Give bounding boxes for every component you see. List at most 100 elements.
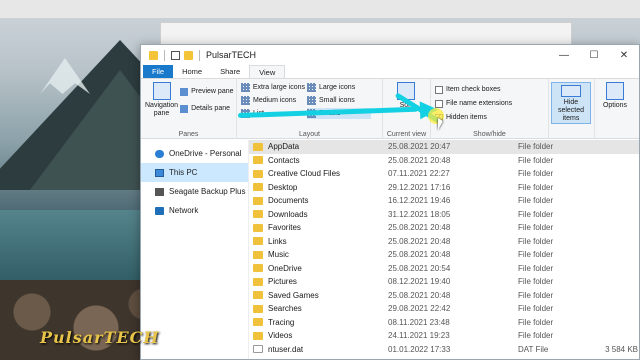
file-date: 25.08.2021 20:47 xyxy=(388,142,451,152)
folder-icon[interactable] xyxy=(149,50,158,60)
preview-pane-label: Preview pane xyxy=(191,88,234,95)
folder-icon xyxy=(253,223,263,232)
item-check-boxes-option[interactable]: Item check boxes xyxy=(435,84,512,95)
navigation-pane-button[interactable]: Navigation pane xyxy=(145,82,178,118)
tab-share[interactable]: Share xyxy=(211,65,249,78)
show-hide-group: Item check boxes File name extensions ✓H… xyxy=(431,79,549,139)
file-name: ntuser.dat xyxy=(268,344,304,354)
file-name-extensions-label: File name extensions xyxy=(446,100,513,107)
file-date: 08.12.2021 19:40 xyxy=(388,277,451,287)
tab-view[interactable]: View xyxy=(249,65,286,78)
file-row[interactable]: ntuser.dat 01.01.2022 17:33 DAT File 3 584 … xyxy=(249,343,639,357)
window-controls: — ☐ ✕ xyxy=(549,45,639,65)
file-name: OneDrive xyxy=(268,263,302,273)
layout-label: Large icons xyxy=(319,84,356,91)
wallpaper-rocks xyxy=(0,280,160,360)
folder-icon xyxy=(253,156,263,165)
item-check-boxes-checkbox[interactable] xyxy=(435,85,443,94)
close-button[interactable]: ✕ xyxy=(609,45,639,65)
file-type: File folder xyxy=(518,317,554,327)
layout-label: Extra large icons xyxy=(252,84,305,91)
hide-selected-group: Hide selected items xyxy=(549,79,595,139)
minimize-button[interactable]: — xyxy=(549,45,579,65)
file-row[interactable]: Contacts 25.08.2021 20:48 File folder xyxy=(249,154,639,168)
current-view-group-label: Current view xyxy=(386,131,427,138)
file-name: Music xyxy=(268,250,289,260)
folder-icon xyxy=(253,169,263,178)
file-type: File folder xyxy=(518,155,554,165)
file-type: File folder xyxy=(518,236,554,246)
nav-item-label: Seagate Backup Plus xyxy=(169,187,246,196)
file-date: 07.11.2021 22:27 xyxy=(388,169,450,179)
file-date: 25.08.2021 20:54 xyxy=(388,263,451,273)
file-date: 25.08.2021 20:48 xyxy=(388,155,451,165)
file-date: 24.11.2021 19:23 xyxy=(388,331,450,341)
file-row[interactable]: Tracing 08.11.2021 23:48 File folder xyxy=(249,316,639,330)
file-size: 3 584 KB xyxy=(605,344,638,354)
layout-group-label: Layout xyxy=(298,131,321,138)
computer-icon xyxy=(155,168,164,177)
hidden-items-option[interactable]: ✓Hidden items xyxy=(435,112,512,123)
layout-large-icons[interactable]: Large icons xyxy=(307,82,371,93)
layout-icon xyxy=(307,96,316,105)
file-name: Desktop xyxy=(268,182,298,192)
details-pane-label: Details pane xyxy=(191,105,230,112)
folder-icon xyxy=(253,142,263,151)
folder-icon xyxy=(253,183,263,192)
hide-selected-items-button[interactable]: Hide selected items xyxy=(551,82,591,124)
nav-item-seagate[interactable]: Seagate Backup Plus xyxy=(141,182,248,201)
file-date: 25.08.2021 20:48 xyxy=(388,223,451,233)
layout-medium-icons[interactable]: Medium icons xyxy=(241,95,305,106)
divider xyxy=(199,49,200,61)
file-row[interactable]: Downloads 31.12.2021 18:05 File folder xyxy=(249,208,639,222)
preview-pane-button[interactable]: Preview pane xyxy=(180,86,234,97)
file-name: AppData xyxy=(268,142,300,152)
file-name: Downloads xyxy=(268,209,308,219)
tab-home[interactable]: Home xyxy=(173,65,211,78)
layout-icon xyxy=(241,96,250,105)
layout-small-icons[interactable]: Small icons xyxy=(307,95,371,106)
file-row[interactable]: Favorites 25.08.2021 20:48 File folder xyxy=(249,221,639,235)
file-row[interactable]: Links 25.08.2021 20:48 File folder xyxy=(249,235,639,249)
file-date: 29.12.2021 17:16 xyxy=(388,182,451,192)
file-row[interactable]: Desktop 29.12.2021 17:16 File folder xyxy=(249,181,639,195)
file-explorer-window: PulsarTECH — ☐ ✕ File Home Share View Na… xyxy=(140,44,640,360)
file-type: File folder xyxy=(518,196,554,206)
file-row[interactable]: Videos 24.11.2021 19:23 File folder xyxy=(249,329,639,343)
details-pane-icon xyxy=(180,104,189,113)
file-type: File folder xyxy=(518,331,554,341)
layout-extra-large-icons[interactable]: Extra large icons xyxy=(241,82,305,93)
folder-icon xyxy=(253,291,263,300)
details-pane-button[interactable]: Details pane xyxy=(180,103,233,114)
nav-item-network[interactable]: Network xyxy=(141,201,248,220)
nav-item-this-pc[interactable]: This PC xyxy=(141,163,248,182)
network-icon xyxy=(155,206,164,215)
folder-icon xyxy=(253,196,263,205)
file-row[interactable]: Music 25.08.2021 20:48 File folder xyxy=(249,248,639,262)
nav-item-onedrive[interactable]: OneDrive - Personal xyxy=(141,144,248,163)
file-row[interactable]: Searches 29.08.2021 22:42 File folder xyxy=(249,302,639,316)
file-row[interactable]: Creative Cloud Files 07.11.2021 22:27 File… xyxy=(249,167,639,181)
folder-icon xyxy=(253,210,263,219)
file-row[interactable]: OneDrive 25.08.2021 20:54 File folder xyxy=(249,262,639,276)
file-name-extensions-option[interactable]: File name extensions xyxy=(435,98,512,109)
file-row[interactable]: AppData 25.08.2021 20:47 File folder xyxy=(249,140,639,154)
properties-icon[interactable] xyxy=(171,50,180,60)
file-icon xyxy=(253,345,263,354)
file-row[interactable]: Documents 16.12.2021 19:46 File folder xyxy=(249,194,639,208)
file-type: File folder xyxy=(518,182,554,192)
tab-file[interactable]: File xyxy=(143,65,174,78)
folder-icon xyxy=(253,277,263,286)
file-date: 25.08.2021 20:48 xyxy=(388,290,451,300)
hide-selected-icon xyxy=(561,85,581,97)
new-folder-icon[interactable] xyxy=(184,50,193,60)
file-row[interactable]: Pictures 08.12.2021 19:40 File folder xyxy=(249,275,639,289)
nav-item-label: Network xyxy=(169,206,199,215)
maximize-button[interactable]: ☐ xyxy=(579,45,609,65)
layout-label: Small icons xyxy=(319,97,355,104)
options-button[interactable]: Options xyxy=(599,82,631,110)
layout-icon xyxy=(241,83,250,92)
file-row[interactable]: Saved Games 25.08.2021 20:48 File folder xyxy=(249,289,639,303)
file-name: Videos xyxy=(268,331,293,341)
explorer-body: OneDrive - Personal This PC Seagate Back… xyxy=(141,140,639,359)
